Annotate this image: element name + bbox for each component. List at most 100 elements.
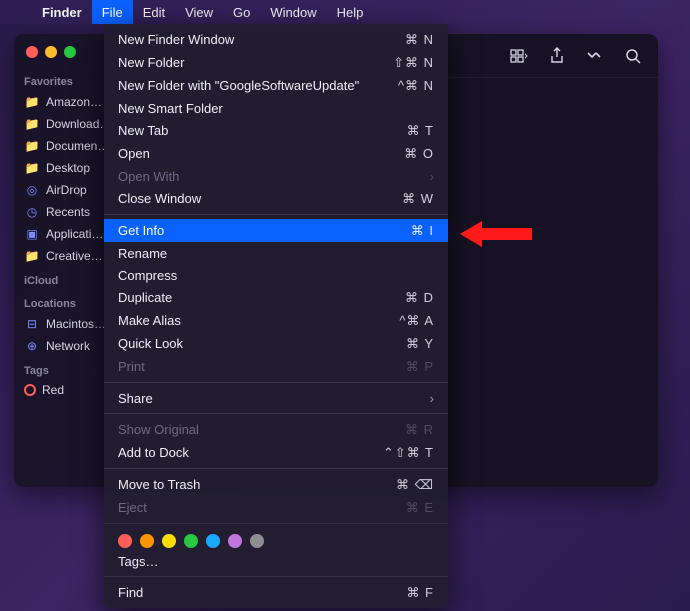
menu-item-show-original: Show Original ⌘ R [104,418,448,441]
tag-color-dot[interactable] [162,534,176,548]
menu-item-new-smart-folder[interactable]: New Smart Folder [104,97,448,119]
menu-file[interactable]: File [92,0,133,24]
menu-item-move-to-trash[interactable]: Move to Trash⌘ ⌫ [104,473,448,496]
menu-item-label: New Finder Window [118,32,234,47]
sidebar-section-icloud: iCloud [22,267,114,290]
airdrop-icon: ◎ [24,182,40,198]
menu-item-print: Print⌘ P [104,355,448,378]
menu-item-shortcut: ⌘ Y [406,336,434,352]
menu-item-shortcut: ⌘ D [405,290,434,306]
sidebar-item-amazon[interactable]: 📁Amazon… [22,91,114,113]
menu-item-shortcut: ⌃⇧⌘ T [383,445,434,461]
tag-color-dot[interactable] [118,534,132,548]
sidebar-item-tag-red[interactable]: Red [22,380,114,400]
menu-view[interactable]: View [175,0,223,24]
menu-item-label: New Folder with "GoogleSoftwareUpdate" [118,78,359,93]
grid-view-icon[interactable] [510,47,528,65]
sidebar-item-creative[interactable]: 📁Creative… [22,245,114,267]
chevron-right-icon: › [430,169,434,184]
menu-item-label: Find [118,585,143,600]
menu-item-tags[interactable]: Tags… [104,550,448,572]
menu-edit[interactable]: Edit [133,0,175,24]
network-icon: ⊕ [24,338,40,354]
menu-separator [104,468,448,469]
tag-color-dot[interactable] [228,534,242,548]
traffic-lights [22,44,114,68]
menu-item-shortcut: ⌘ T [407,123,434,139]
menu-item-new-folder[interactable]: New Folder⇧⌘ N [104,51,448,74]
sidebar-item-airdrop[interactable]: ◎AirDrop [22,179,114,201]
menu-item-find[interactable]: Find ⌘ F [104,581,448,604]
menu-item-rename[interactable]: Rename [104,242,448,264]
search-icon[interactable] [624,47,642,65]
menu-item-label: New Tab [118,123,168,138]
menu-item-open-with: Open With › [104,165,448,187]
menu-item-new-tab[interactable]: New Tab ⌘ T [104,119,448,142]
sidebar-item-desktop[interactable]: 📁Desktop [22,157,114,179]
menu-item-share[interactable]: Share› [104,387,448,409]
tag-color-dot[interactable] [140,534,154,548]
menu-item-new-finder-window[interactable]: New Finder Window ⌘ N [104,28,448,51]
menu-item-duplicate[interactable]: Duplicate ⌘ D [104,286,448,309]
menu-item-close-window[interactable]: Close Window⌘ W [104,187,448,210]
menu-item-compress[interactable]: Compress [104,264,448,286]
sidebar-section-locations: Locations [22,290,114,313]
menu-item-shortcut: ⌘ I [411,223,434,239]
menu-item-make-alias[interactable]: Make Alias^⌘ A [104,309,448,332]
clock-icon: ◷ [24,204,40,220]
folder-icon: 📁 [24,160,40,176]
share-icon[interactable] [548,47,566,65]
menu-item-label: Get Info [118,223,164,238]
sidebar-item-network[interactable]: ⊕Network [22,335,114,357]
disk-icon: ⊟ [24,316,40,332]
maximize-icon[interactable] [64,46,76,58]
app-name-menu[interactable]: Finder [32,0,92,24]
menu-item-label: Eject [118,500,147,515]
menu-item-label: Open With [118,169,179,184]
red-arrow-annotation [460,219,532,249]
folder-icon: 📁 [24,248,40,264]
menu-go[interactable]: Go [223,0,260,24]
tag-color-dot[interactable] [250,534,264,548]
menu-item-label: Rename [118,246,167,261]
menu-item-shortcut: ⌘ ⌫ [396,477,434,493]
close-icon[interactable] [26,46,38,58]
tag-color-dot[interactable] [206,534,220,548]
menu-item-quick-look[interactable]: Quick Look⌘ Y [104,332,448,355]
sidebar-item-recents[interactable]: ◷Recents [22,201,114,223]
menu-separator [104,382,448,383]
menu-item-label: Show Original [118,422,199,437]
sidebar-section-tags: Tags [22,357,114,380]
menu-item-open[interactable]: Open⌘ O [104,142,448,165]
file-menu-dropdown: New Finder Window⌘ NNew Folder⇧⌘ NNew Fo… [104,24,448,608]
menu-item-shortcut: ⌘ E [406,500,434,516]
menu-item-shortcut: ⌘ R [405,422,434,438]
minimize-icon[interactable] [45,46,57,58]
menu-item-shortcut: ⌘ P [406,359,434,375]
sidebar-item-applications[interactable]: ▣Applicati… [22,223,114,245]
more-icon[interactable] [586,47,604,65]
menu-separator [104,523,448,524]
apple-menu[interactable] [12,0,32,24]
menu-item-label: Tags… [118,554,158,569]
menu-item-label: Compress [118,268,177,283]
menu-item-label: New Smart Folder [118,101,223,116]
menu-item-get-info[interactable]: Get Info ⌘ I [104,219,448,242]
sidebar-item-downloads[interactable]: 📁Download… [22,113,114,135]
menu-item-shortcut: ⇧⌘ N [393,55,434,71]
menu-item-shortcut: ⌘ N [405,32,434,48]
menu-separator [104,576,448,577]
sidebar-item-macintosh[interactable]: ⊟Macintos… [22,313,114,335]
menu-item-label: Duplicate [118,290,172,305]
menu-item-add-to-dock[interactable]: Add to Dock⌃⇧⌘ T [104,441,448,464]
menu-help[interactable]: Help [327,0,374,24]
menu-window[interactable]: Window [260,0,326,24]
menu-item-new-folder-with-googlesoftwareupdate[interactable]: New Folder with "GoogleSoftwareUpdate"^⌘… [104,74,448,97]
folder-icon: 📁 [24,138,40,154]
menu-item-shortcut: ⌘ W [402,191,434,207]
tag-color-dot[interactable] [184,534,198,548]
menu-separator [104,214,448,215]
menu-item-shortcut: ⌘ F [406,585,434,601]
sidebar-section-favorites: Favorites [22,68,114,91]
sidebar-item-documents[interactable]: 📁Document… [22,135,114,157]
